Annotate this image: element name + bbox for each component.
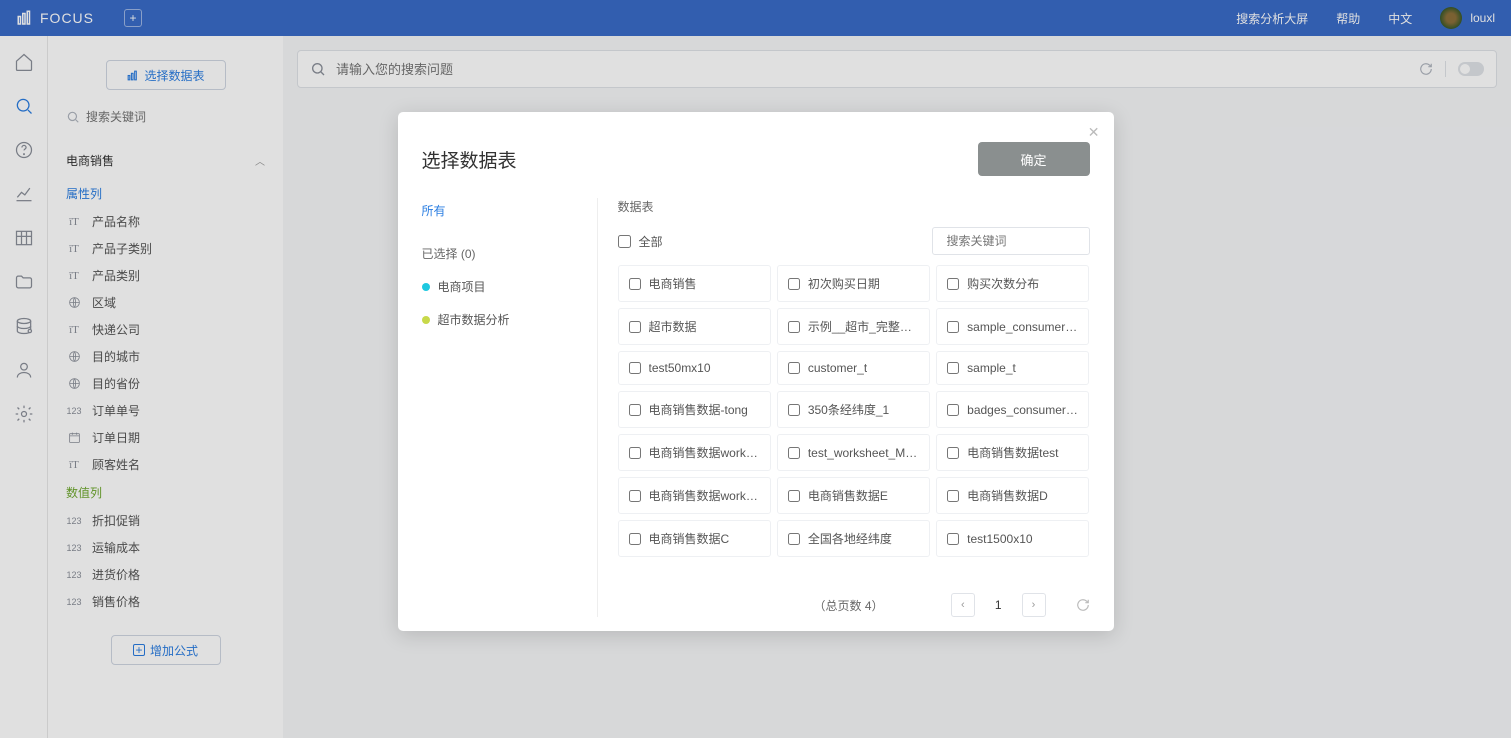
project-item[interactable]: 超市数据分析 [422,311,585,328]
table-item[interactable]: 350条经纬度_1 [777,391,930,428]
table-item[interactable]: 全国各地经纬度 [777,520,930,557]
table-checkbox[interactable] [947,490,959,502]
table-checkbox[interactable] [947,404,959,416]
dot-icon [422,283,430,291]
modal-title: 选择数据表 [422,146,517,173]
table-item[interactable]: test50mx10 [618,351,771,385]
select-table-modal: ✕ 选择数据表 确定 所有 已选择 (0) 电商项目超市数据分析 数据表 全部 [398,112,1114,631]
table-checkbox[interactable] [788,321,800,333]
project-item[interactable]: 电商项目 [422,278,585,295]
table-item[interactable]: 电商销售数据-tong [618,391,771,428]
prev-page-button[interactable]: ‹ [951,593,975,617]
refresh-icon[interactable] [1076,598,1090,612]
close-icon[interactable]: ✕ [1088,124,1100,141]
table-checkbox[interactable] [629,278,641,290]
dot-icon [422,316,430,324]
table-item[interactable]: 初次购买日期 [777,265,930,302]
table-checkbox[interactable] [629,404,641,416]
tables-grid: 电商销售初次购买日期购买次数分布超市数据示例__超市_完整数据sample_co… [618,265,1090,557]
table-checkbox[interactable] [788,404,800,416]
table-checkbox[interactable] [788,278,800,290]
table-item[interactable]: 电商销售数据worksheet [618,434,771,471]
table-checkbox[interactable] [629,362,641,374]
modal-search-input[interactable] [947,234,1102,248]
next-page-button[interactable]: › [1022,593,1046,617]
table-item[interactable]: test1500x10 [936,520,1089,557]
selected-count: 已选择 (0) [422,245,585,262]
table-item[interactable]: 电商销售 [618,265,771,302]
table-checkbox[interactable] [629,447,641,459]
table-checkbox[interactable] [629,321,641,333]
table-item[interactable]: 电商销售数据D [936,477,1089,514]
tab-all[interactable]: 所有 [422,198,585,223]
select-all-checkbox[interactable] [618,235,631,248]
table-item[interactable]: customer_t [777,351,930,385]
pager: ‹ 1 › [951,593,1090,617]
modal-right-col: 数据表 全部 电商销售初次购买日期购买次数分布超市数据示例__超市_完整数据sa… [598,198,1090,617]
table-checkbox[interactable] [947,278,959,290]
select-all[interactable]: 全部 [618,233,663,250]
total-pages: （总页数 4） [814,597,884,614]
table-checkbox[interactable] [788,362,800,374]
table-checkbox[interactable] [788,533,800,545]
table-item[interactable]: 示例__超市_完整数据 [777,308,930,345]
table-item[interactable]: sample_t [936,351,1089,385]
table-item[interactable]: 超市数据 [618,308,771,345]
table-checkbox[interactable] [629,533,641,545]
table-checkbox[interactable] [947,362,959,374]
table-item[interactable]: 电商销售数据C [618,520,771,557]
table-item[interactable]: test_worksheet_Modify... [777,434,930,471]
page-number: 1 [985,598,1012,612]
table-item[interactable]: 购买次数分布 [936,265,1089,302]
table-item[interactable]: 电商销售数据E [777,477,930,514]
table-checkbox[interactable] [947,533,959,545]
table-item[interactable]: badges_consumer_03 [936,391,1089,428]
table-item[interactable]: 电商销售数据worksheetB [618,477,771,514]
confirm-button[interactable]: 确定 [978,142,1090,176]
table-checkbox[interactable] [629,490,641,502]
table-item[interactable]: sample_consumer_01 [936,308,1089,345]
table-checkbox[interactable] [788,447,800,459]
table-item[interactable]: 电商销售数据test [936,434,1089,471]
modal-overlay[interactable]: ✕ 选择数据表 确定 所有 已选择 (0) 电商项目超市数据分析 数据表 全部 [0,0,1511,738]
table-checkbox[interactable] [788,490,800,502]
table-checkbox[interactable] [947,321,959,333]
table-checkbox[interactable] [947,447,959,459]
tables-label: 数据表 [618,198,654,215]
modal-search[interactable] [932,227,1090,255]
modal-left-col: 所有 已选择 (0) 电商项目超市数据分析 [422,198,598,617]
